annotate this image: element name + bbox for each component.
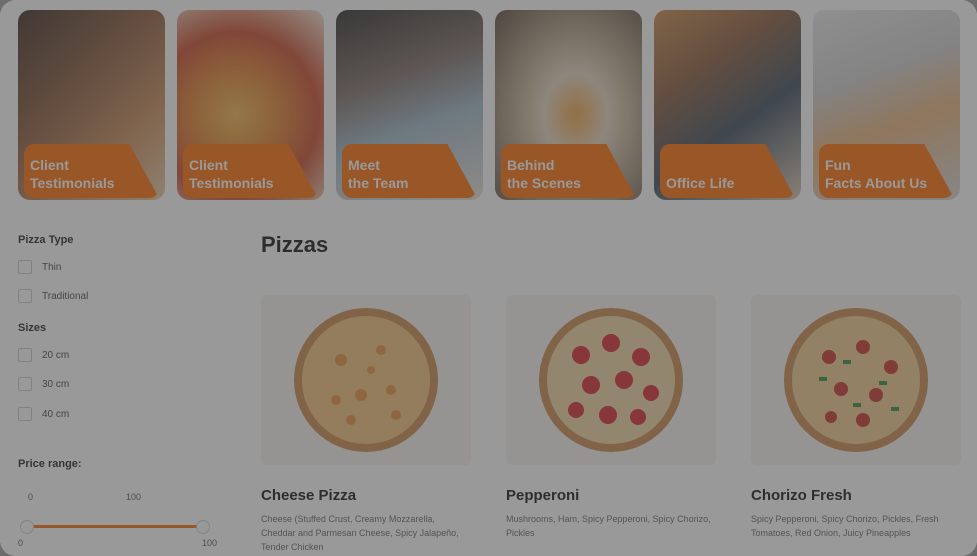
filter-title-pizza-type: Pizza Type (18, 234, 74, 246)
checkbox[interactable] (18, 289, 32, 303)
story-card[interactable]: Client Testimonials (177, 10, 324, 200)
filter-option-20cm[interactable]: 20 cm (18, 348, 69, 362)
filter-title-price: Price range: (18, 458, 82, 470)
story-card[interactable]: Fun Facts About Us (813, 10, 960, 200)
story-card[interactable]: Meet the Team (336, 10, 483, 200)
story-caption: Behind the Scenes (507, 157, 581, 191)
checkbox[interactable] (18, 407, 32, 421)
checkbox[interactable] (18, 260, 32, 274)
product-description: Spicy Pepperoni, Spicy Chorizo, Pickles,… (751, 514, 939, 538)
filter-option-label: Thin (42, 261, 62, 273)
pizza-icon (294, 308, 438, 452)
story-card[interactable]: Behind the Scenes (495, 10, 642, 200)
filter-option-thin[interactable]: Thin (18, 260, 61, 274)
product-card[interactable]: Pepperoni Mushrooms, Ham, Spicy Pepperon… (506, 295, 716, 540)
app-frame: Client Testimonials Client Testimonials … (0, 0, 977, 556)
product-name: Chorizo Fresh (751, 487, 852, 504)
filter-option-label: Traditional (42, 290, 89, 302)
product-image (751, 295, 961, 465)
filter-option-label: 30 cm (42, 378, 70, 390)
price-min-label: 0 (18, 538, 24, 548)
product-image (261, 295, 471, 465)
product-card[interactable]: Cheese Pizza Cheese (Stuffed Crust, Crea… (261, 295, 471, 554)
story-caption: Fun Facts About Us (825, 157, 928, 191)
filters-sidebar: Pizza Type Thin Traditional Sizes 20 cm … (18, 230, 238, 550)
filter-option-label: 20 cm (42, 349, 70, 361)
price-to-value[interactable]: 100 (126, 492, 141, 502)
product-card[interactable]: Chorizo Fresh Spicy Pepperoni, Spicy Cho… (751, 295, 961, 540)
story-caption: Client Testimonials (189, 157, 274, 191)
price-from-value[interactable]: 0 (28, 492, 33, 502)
product-image (506, 295, 716, 465)
pizza-icon (539, 308, 683, 452)
product-description: Cheese (Stuffed Crust, Creamy Mozzarella… (261, 514, 459, 552)
product-name: Pepperoni (506, 487, 580, 504)
filter-option-traditional[interactable]: Traditional (18, 289, 88, 303)
checkbox[interactable] (18, 377, 32, 391)
story-caption: Client Testimonials (30, 157, 115, 191)
story-card[interactable]: Office Life (654, 10, 801, 200)
story-card[interactable]: Client Testimonials (18, 10, 165, 200)
range-thumb-max[interactable] (196, 520, 210, 534)
filter-option-label: 40 cm (42, 408, 70, 420)
product-name: Cheese Pizza (261, 487, 357, 504)
story-caption: Meet the Team (348, 157, 409, 191)
story-caption: Office Life (666, 175, 735, 191)
stories-row: Client Testimonials Client Testimonials … (18, 10, 962, 200)
product-description: Mushrooms, Ham, Spicy Pepperoni, Spicy C… (506, 514, 711, 538)
filter-option-30cm[interactable]: 30 cm (18, 377, 69, 391)
pizza-icon (784, 308, 928, 452)
page-title: Pizzas (261, 232, 329, 257)
range-thumb-min[interactable] (20, 520, 34, 534)
filter-title-sizes: Sizes (18, 322, 47, 334)
price-range-slider[interactable] (20, 520, 210, 534)
price-max-label: 100 (202, 538, 218, 548)
checkbox[interactable] (18, 348, 32, 362)
filter-option-40cm[interactable]: 40 cm (18, 407, 69, 421)
